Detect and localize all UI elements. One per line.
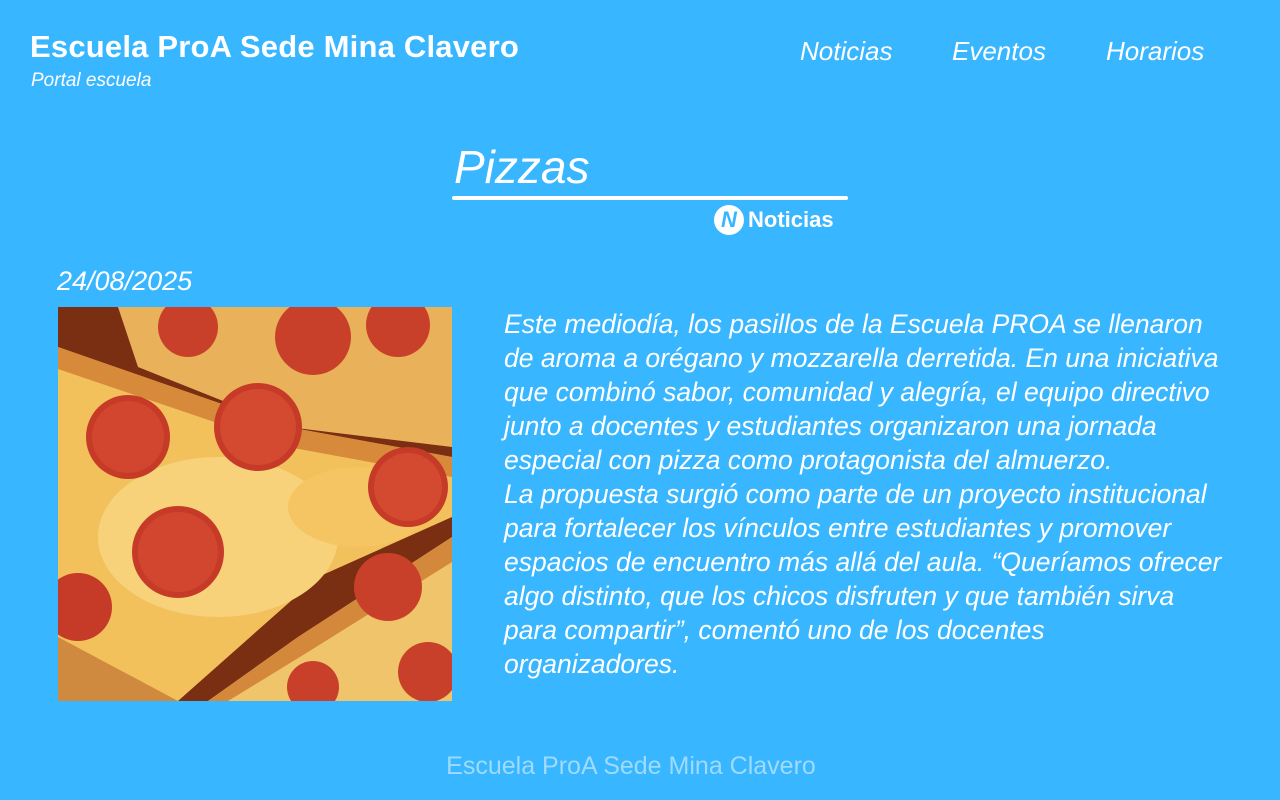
footer-text: Escuela ProA Sede Mina Clavero [446, 752, 816, 780]
article-body: Este mediodía, los pasillos de la Escuel… [504, 307, 1224, 681]
site-subtitle: Portal escuela [31, 70, 152, 91]
title-underline [452, 196, 848, 200]
site-title[interactable]: Escuela ProA Sede Mina Clavero [30, 29, 519, 65]
article-title: Pizzas [454, 141, 590, 193]
category-badge[interactable]: N Noticias [714, 205, 834, 235]
news-n-icon: N [714, 205, 744, 235]
article-paragraph: La propuesta surgió como parte de un pro… [504, 479, 1222, 679]
article-paragraph: Este mediodía, los pasillos de la Escuel… [504, 309, 1219, 475]
category-label: Noticias [748, 207, 834, 232]
nav-link-eventos[interactable]: Eventos [952, 36, 1046, 67]
post-date: 24/08/2025 [57, 266, 193, 296]
pizza-image [58, 307, 452, 701]
nav-link-noticias[interactable]: Noticias [800, 36, 892, 67]
nav-link-horarios[interactable]: Horarios [1106, 36, 1204, 67]
pizza-illustration [58, 307, 452, 701]
